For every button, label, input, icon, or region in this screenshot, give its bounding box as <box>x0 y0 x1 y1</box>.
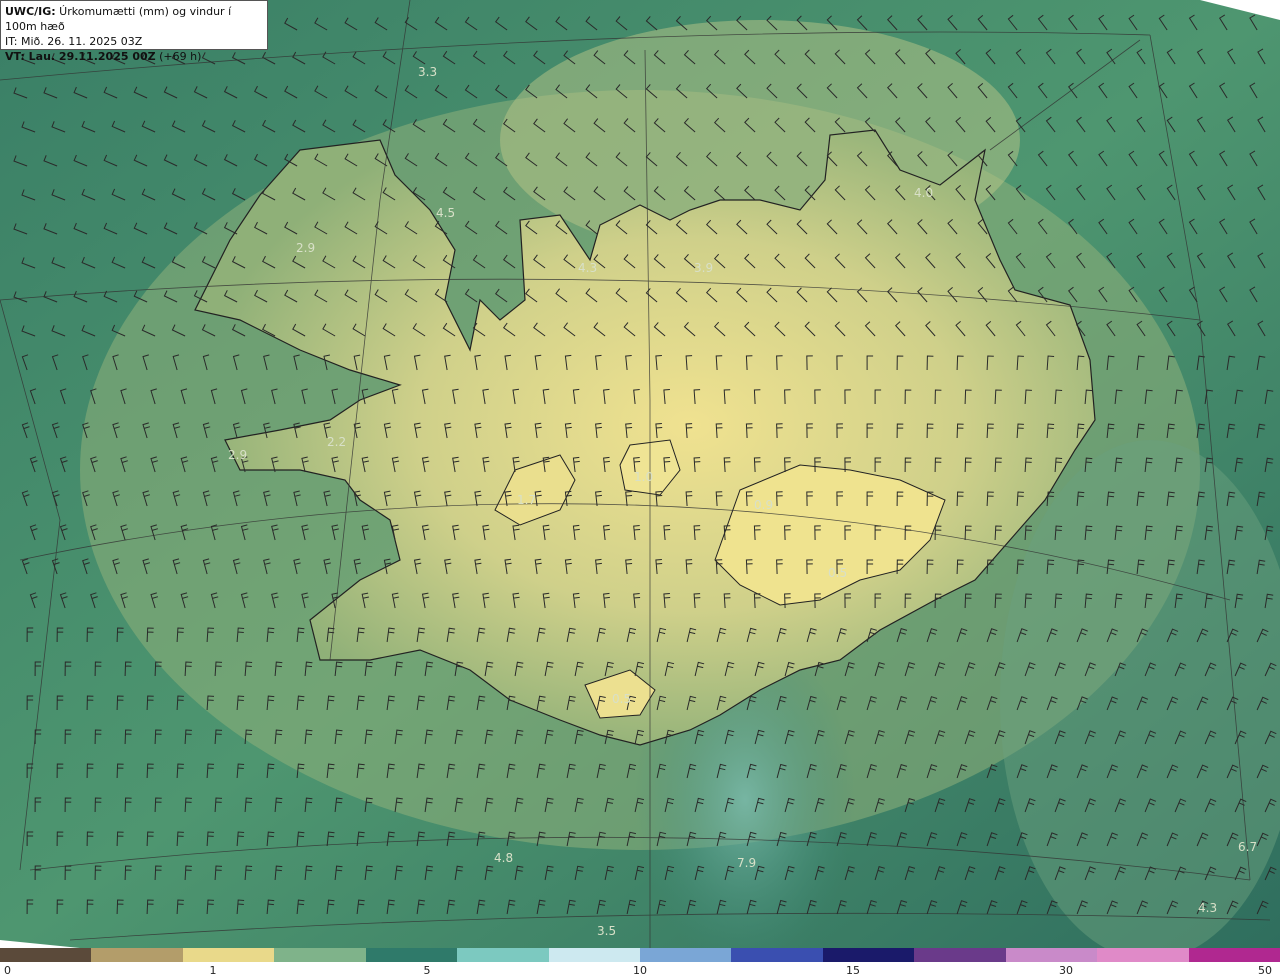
colorbar-segment <box>274 948 367 962</box>
colorbar-segment <box>731 948 824 962</box>
value-label: 3.3 <box>418 65 437 79</box>
precipitation-map: 3.3 4.5 2.9 4.3 3.9 4.0 2.9 2.2 1.0 1.7 … <box>0 0 1280 948</box>
value-label: 0.5 <box>828 566 847 580</box>
map-title-box: UWC/IG: Úrkomumætti (mm) og vindur í 100… <box>0 0 268 63</box>
colorbar-segment <box>457 948 550 962</box>
colorbar-segment <box>640 948 733 962</box>
valid-time-main: VT: Lau. 29.11.2025 00Z <box>5 50 156 63</box>
value-label: 6.7 <box>1238 840 1257 854</box>
value-label: 1.0 <box>634 470 653 484</box>
valid-time: VT: Lau. 29.11.2025 00Z (+69 h) <box>5 49 263 64</box>
value-label: 2.9 <box>228 448 247 462</box>
value-label: 3.9 <box>694 261 713 275</box>
colorbar-segment <box>1097 948 1190 962</box>
colorbar-segment <box>548 948 641 962</box>
value-label: 2.2 <box>327 435 346 449</box>
value-label: 4.5 <box>436 206 455 220</box>
colorbar-segment <box>0 948 93 962</box>
value-label: 1.7 <box>517 493 536 507</box>
colorbar-segment <box>914 948 1007 962</box>
colorbar-tick: 5 <box>423 964 431 977</box>
value-label: 7.9 <box>737 856 756 870</box>
colorbar-segment <box>182 948 276 962</box>
colorbar-tick: 50 <box>1258 964 1272 977</box>
colorbar-segment <box>91 948 184 962</box>
value-label: 0.5 <box>612 692 631 706</box>
colorbar-segment <box>1188 948 1280 962</box>
value-label: 0.9 <box>754 498 773 512</box>
value-label: 4.0 <box>914 186 933 200</box>
colorbar-segment <box>822 948 916 962</box>
colorbar-segment <box>1005 948 1099 962</box>
colorbar: 0 1 5 10 15 30 50 <box>0 948 1280 978</box>
valid-time-offset: (+69 h) <box>155 50 202 63</box>
map-title: UWC/IG: Úrkomumætti (mm) og vindur í 100… <box>5 4 263 34</box>
colorbar-strip <box>0 948 1280 962</box>
model-label: UWC/IG: <box>5 5 56 18</box>
value-label: 4.3 <box>578 261 597 275</box>
value-label: 2.9 <box>296 241 315 255</box>
colorbar-segment <box>365 948 459 962</box>
colorbar-tick: 0 <box>4 964 11 977</box>
colorbar-tick: 30 <box>1059 964 1073 977</box>
colorbar-tick: 15 <box>846 964 860 977</box>
colorbar-tick: 10 <box>633 964 647 977</box>
value-label: 4.3 <box>1198 901 1217 915</box>
init-time: IT: Mið. 26. 11. 2025 03Z <box>5 35 143 48</box>
value-label: 3.5 <box>597 924 616 938</box>
value-label: 4.8 <box>494 851 513 865</box>
colorbar-tick: 1 <box>209 964 217 977</box>
map-area: 3.3 4.5 2.9 4.3 3.9 4.0 2.9 2.2 1.0 1.7 … <box>0 0 1280 948</box>
